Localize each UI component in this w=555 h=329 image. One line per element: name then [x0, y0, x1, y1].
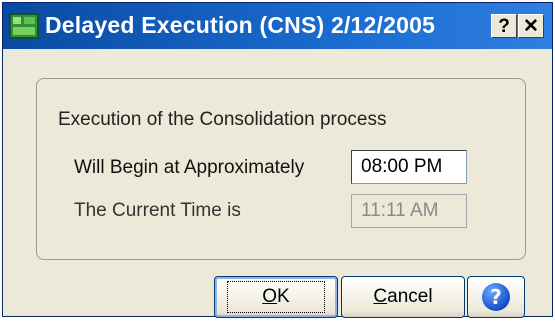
close-icon: ✕ [523, 15, 539, 37]
ok-button[interactable]: OK [214, 276, 338, 318]
begin-time-label: Will Begin at Approximately [74, 157, 305, 178]
begin-time-field[interactable]: 08:00 PM [351, 150, 467, 184]
cancel-button[interactable]: Cancel [341, 276, 465, 318]
help-icon: ? [482, 283, 510, 311]
title-help-button[interactable]: ? [491, 14, 517, 38]
help-button[interactable]: ? [467, 276, 525, 318]
group-heading: Execution of the Consolidation process [58, 109, 387, 130]
title-close-button[interactable]: ✕ [518, 14, 544, 38]
title-bar[interactable]: Delayed Execution (CNS) 2/12/2005 ? ✕ [3, 3, 552, 49]
ok-button-label: OK [227, 281, 325, 313]
dialog-title: Delayed Execution (CNS) 2/12/2005 [45, 12, 436, 38]
current-time-field: 11:11 AM [351, 194, 467, 228]
cancel-button-label: Cancel [373, 286, 433, 307]
question-icon: ? [498, 15, 510, 37]
current-time-label: The Current Time is [74, 200, 241, 221]
app-icon [9, 13, 39, 39]
